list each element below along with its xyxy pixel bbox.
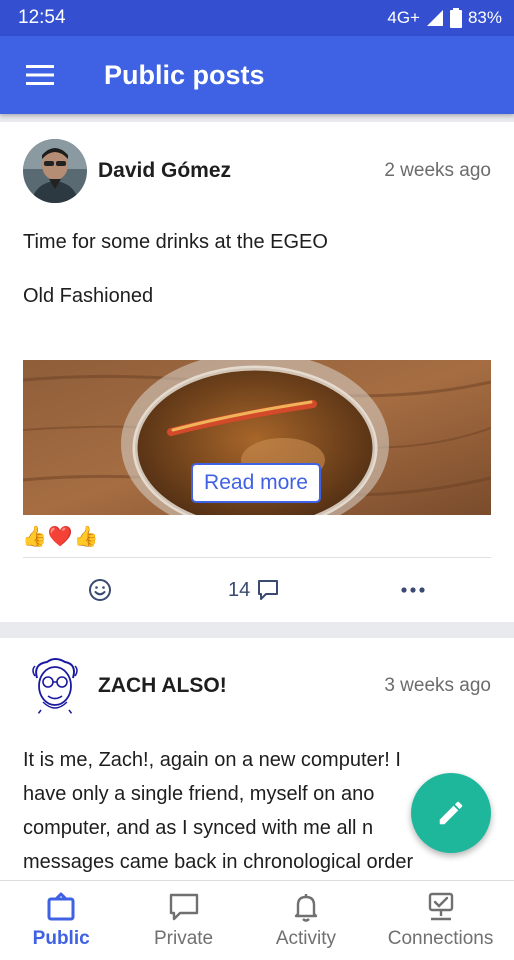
- nav-label: Private: [153, 928, 214, 949]
- battery-level: 83%: [467, 8, 502, 27]
- reaction-thumbs-up: 👍: [22, 526, 47, 548]
- comment-icon: [258, 580, 279, 600]
- comments-button[interactable]: 14: [228, 572, 280, 608]
- compose-post-button[interactable]: [411, 773, 491, 853]
- more-icon: [401, 587, 425, 593]
- battery-icon: [449, 8, 462, 28]
- connections-icon: [428, 892, 453, 921]
- nav-private[interactable]: Private: [122, 881, 244, 960]
- nav-label: Public: [32, 928, 90, 949]
- more-options-button[interactable]: [400, 572, 426, 608]
- nav-label: Connections: [387, 928, 494, 949]
- nav-activity[interactable]: Activity: [245, 881, 367, 960]
- post-line: messages came back in chronological orde…: [23, 851, 414, 873]
- avatar[interactable]: [23, 139, 87, 203]
- post-header: ZACH ALSO! 3 weeks ago: [23, 654, 491, 718]
- post-line: Old Fashioned: [23, 285, 154, 307]
- divider: [23, 557, 491, 558]
- post-actions: 14: [0, 572, 514, 608]
- post-author[interactable]: David Gómez: [98, 159, 384, 183]
- reaction-thumbs-up: 👍: [73, 526, 99, 548]
- page-title: Public posts: [104, 59, 265, 90]
- react-button[interactable]: [88, 572, 112, 608]
- read-more-button[interactable]: Read more: [191, 463, 321, 503]
- post-time: 2 weeks ago: [384, 160, 491, 181]
- public-icon: [47, 892, 75, 921]
- private-icon: [169, 893, 198, 921]
- network-type: 4G+: [387, 8, 420, 27]
- nav-public[interactable]: Public: [0, 881, 122, 960]
- post-time: 3 weeks ago: [384, 675, 491, 696]
- bottom-navigation: Public Private Activity Connections: [0, 880, 514, 960]
- post-card: ZACH ALSO! 3 weeks ago It is me, Zach!, …: [0, 638, 514, 898]
- signal-icon: [426, 10, 443, 26]
- post-header: David Gómez 2 weeks ago: [23, 139, 491, 203]
- nav-connections[interactable]: Connections: [367, 881, 514, 960]
- app-bar: Public posts: [0, 36, 514, 114]
- post-line: Time for some drinks at the EGEO: [23, 231, 328, 253]
- avatar[interactable]: [23, 654, 87, 718]
- smiley-icon: [89, 579, 111, 601]
- post-image[interactable]: Read more: [23, 360, 491, 515]
- menu-icon[interactable]: [26, 64, 54, 86]
- bell-icon: [294, 894, 318, 922]
- post-line: It is me, Zach!, again on a new computer…: [23, 749, 401, 771]
- status-time: 12:54: [18, 7, 66, 28]
- status-bar: 12:54 4G+ 83%: [0, 0, 514, 36]
- pencil-icon: [439, 801, 463, 825]
- post-card: David Gómez 2 weeks ago Time for some dr…: [0, 122, 514, 622]
- reaction-heart: ❤️: [47, 526, 73, 548]
- status-icons: 4G+ 83%: [387, 8, 502, 28]
- comment-count: 14: [228, 578, 251, 601]
- reactions[interactable]: 👍 ❤️ 👍: [22, 524, 99, 549]
- post-author[interactable]: ZACH ALSO!: [98, 674, 384, 698]
- post-body: Time for some drinks at the EGEO Old Fas…: [23, 225, 494, 313]
- nav-label: Activity: [275, 928, 337, 949]
